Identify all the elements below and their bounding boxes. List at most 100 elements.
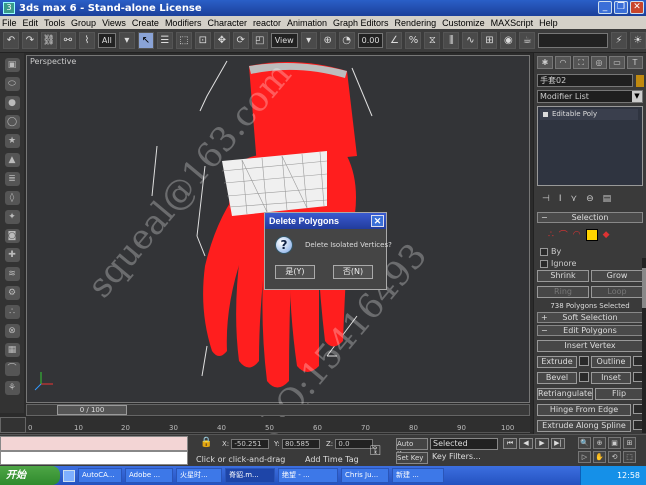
particle-icon[interactable]: ∴ (4, 305, 20, 319)
snap-icon[interactable]: ◔ (338, 32, 355, 49)
render-last-icon[interactable]: ☀ (629, 32, 646, 49)
task-button[interactable]: 新建 ... (392, 468, 444, 483)
task-button[interactable]: 绝望 - ... (278, 468, 338, 483)
track-bar[interactable]: 0 10 20 30 40 50 60 70 80 90 100 (26, 417, 530, 433)
outline-button[interactable]: Outline (591, 356, 631, 368)
grow-button[interactable]: Grow (591, 270, 643, 282)
loop-button[interactable]: Loop (591, 286, 643, 298)
undo-icon[interactable]: ↶ (3, 32, 19, 49)
menu-help[interactable]: Help (539, 18, 558, 28)
render-type-select[interactable] (538, 33, 608, 48)
spinner-snap-value[interactable]: 0.00 (357, 33, 384, 48)
menu-file[interactable]: File (2, 18, 17, 28)
light-icon[interactable]: ✦ (4, 210, 20, 224)
menu-views[interactable]: Views (102, 18, 126, 28)
command-panel-scrollbar[interactable] (642, 258, 646, 433)
restore-button[interactable]: ❐ (614, 1, 628, 14)
menu-character[interactable]: Character (207, 18, 247, 28)
cylinder-icon[interactable]: ⬭ (4, 77, 20, 91)
mini-curve-editor-toggle[interactable] (0, 417, 26, 433)
zoom-icon[interactable]: 🔍 (578, 437, 591, 449)
chevron-down-icon[interactable]: ▼ (632, 91, 642, 102)
task-button[interactable]: Chris Ju... (341, 468, 389, 483)
rotate-icon[interactable]: ⟳ (232, 32, 249, 49)
show-end-result-icon[interactable]: Ⅰ (559, 194, 562, 204)
quick-render-icon[interactable]: ⚡ (610, 32, 627, 49)
menu-tools[interactable]: Tools (44, 18, 65, 28)
hinge-from-edge-button[interactable]: Hinge From Edge (537, 404, 631, 416)
select-object-icon[interactable]: ↖ (137, 32, 154, 49)
menu-edit[interactable]: Edit (23, 18, 39, 28)
close-button[interactable]: ✕ (630, 1, 644, 14)
object-name-field[interactable]: 手套02 (537, 74, 633, 87)
viewport-label[interactable]: Perspective (30, 57, 76, 66)
task-button[interactable]: AutoCA... (78, 468, 122, 483)
lock-selection-icon[interactable]: 🔒 (200, 437, 212, 448)
hierarchy-tab-icon[interactable]: ⛶ (573, 56, 589, 69)
maxscript-macro-recorder[interactable] (0, 436, 188, 451)
scale-icon[interactable]: ◰ (251, 32, 268, 49)
system-icon[interactable]: ⚙ (4, 286, 20, 300)
insert-vertex-button[interactable]: Insert Vertex (537, 340, 643, 352)
auto-key-button[interactable]: Auto Key (396, 438, 428, 458)
next-frame-icon[interactable]: ▶| (551, 438, 565, 449)
minimize-button[interactable]: _ (598, 1, 612, 14)
flip-button[interactable]: Flip (595, 388, 643, 400)
pivot-center-icon[interactable]: ⊕ (319, 32, 336, 49)
torus-icon[interactable]: ◯ (4, 115, 20, 129)
star-icon[interactable]: ★ (4, 134, 20, 148)
quick-launch-icon[interactable] (63, 469, 75, 482)
menu-rendering[interactable]: Rendering (395, 18, 437, 28)
go-to-start-icon[interactable]: ⏮ (503, 438, 517, 449)
ignore-backfacing-checkbox[interactable]: Ignore (534, 259, 646, 268)
ring-button[interactable]: Ring (537, 286, 589, 298)
menu-customize[interactable]: Customize (442, 18, 485, 28)
start-button[interactable]: 开始 (0, 466, 60, 485)
time-slider-track[interactable]: 0 / 100 (26, 404, 530, 416)
selection-filter-select[interactable]: All (97, 33, 116, 48)
stack-item-editable-poly[interactable]: Editable Poly (540, 109, 638, 120)
clock[interactable]: 12:58 (617, 471, 640, 480)
vertex-level-icon[interactable]: ∴ (548, 230, 554, 240)
maximize-viewport-icon[interactable]: ⬚ (623, 451, 636, 463)
remove-modifier-icon[interactable]: ⊖ (586, 194, 594, 204)
cone-icon[interactable]: ▲ (4, 153, 20, 167)
box-icon[interactable]: ▣ (4, 58, 20, 72)
edit-polygons-rollout[interactable]: − Edit Polygons (537, 325, 643, 336)
edge-level-icon[interactable]: ⌒ (559, 228, 568, 241)
camera-icon[interactable]: ◙ (4, 229, 20, 243)
bevel-settings-button[interactable] (579, 372, 589, 382)
menu-reactor[interactable]: reactor (253, 18, 281, 28)
sphere-icon[interactable]: ● (4, 96, 20, 110)
key-icon[interactable]: ⚿ (370, 443, 381, 459)
extrude-along-spline-button[interactable]: Extrude Along Spline (537, 420, 631, 432)
align-icon[interactable]: ⫼ (443, 32, 460, 49)
pin-stack-icon[interactable]: ⊣ (542, 194, 550, 204)
compound-icon[interactable]: ⊗ (4, 324, 20, 338)
soft-selection-rollout[interactable]: + Soft Selection (537, 312, 643, 323)
stack-icon[interactable]: ≣ (4, 172, 20, 186)
spacewarp-icon[interactable]: ≋ (4, 267, 20, 281)
x-field[interactable]: -50.251 (231, 439, 270, 449)
arc-rotate-icon[interactable]: ⟲ (608, 451, 621, 463)
task-button[interactable]: 火星时... (176, 468, 222, 483)
angle-snap-icon[interactable]: ∠ (386, 32, 403, 49)
shape-icon[interactable]: ◊ (4, 191, 20, 205)
time-slider[interactable]: 0 / 100 (57, 405, 127, 415)
move-icon[interactable]: ✥ (213, 32, 230, 49)
play-icon[interactable]: ▶ (535, 438, 549, 449)
mirror-icon[interactable]: ⧖ (424, 32, 441, 49)
selection-rollout[interactable]: − Selection (537, 212, 643, 223)
3ds-max-icon[interactable]: 3 (3, 2, 15, 14)
nurbs-icon[interactable]: ⌒ (4, 362, 20, 376)
patch-icon[interactable]: ▦ (4, 343, 20, 357)
menu-create[interactable]: Create (132, 18, 159, 28)
zoom-extents-icon[interactable]: ▣ (608, 437, 621, 449)
scrollbar-thumb[interactable] (642, 268, 646, 308)
schematic-view-icon[interactable]: ⊞ (481, 32, 498, 49)
menu-maxscript[interactable]: MAXScript (491, 18, 534, 28)
border-level-icon[interactable]: ◠ (573, 230, 581, 240)
zoom-all-icon[interactable]: ⊕ (593, 437, 606, 449)
pan-icon[interactable]: ✋ (593, 451, 606, 463)
redo-icon[interactable]: ↷ (21, 32, 38, 49)
